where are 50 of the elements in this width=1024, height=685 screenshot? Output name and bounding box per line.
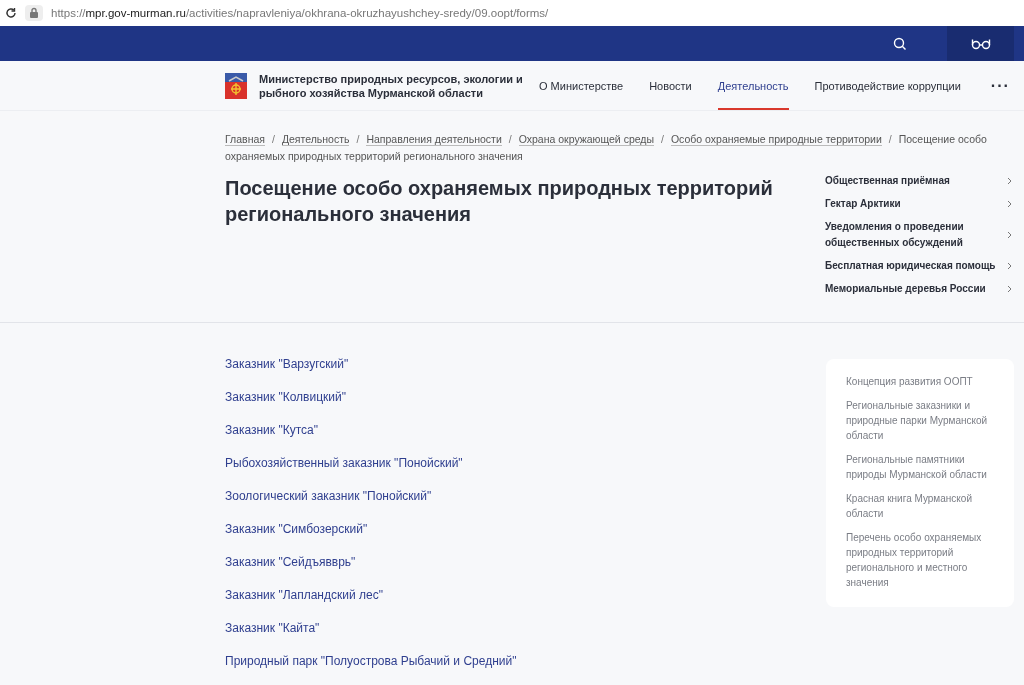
- chevron-right-icon: [1007, 231, 1012, 239]
- nav-link[interactable]: Противодействие коррупции: [814, 61, 961, 110]
- chevron-right-icon: [1007, 262, 1012, 270]
- side-menu-link[interactable]: Концепция развития ООПТ: [846, 374, 996, 389]
- quick-link[interactable]: Мемориальные деревья России: [825, 281, 1012, 297]
- document-link[interactable]: Заказник "Колвицкий": [225, 390, 517, 405]
- ministry-name[interactable]: Министерство природных ресурсов, экологии и рыбного хозяйства Мурманской области: [259, 71, 531, 100]
- lock-icon[interactable]: [25, 5, 43, 21]
- document-link[interactable]: Заказник "Сейдъявврь": [225, 555, 517, 570]
- document-link[interactable]: Заказник "Варзугский": [225, 357, 517, 372]
- document-link[interactable]: Рыбохозяйственный заказник "Понойский": [225, 456, 517, 471]
- breadcrumb-link[interactable]: Деятельность: [281, 133, 350, 146]
- coat-of-arms-logo[interactable]: [225, 72, 247, 99]
- side-menu-link[interactable]: Региональные заказники и природные парки Мурманской области: [846, 398, 996, 443]
- nav-link[interactable]: Новости: [649, 61, 692, 110]
- page-title: Посещение особо охраняемых природных территорий регионального значения: [225, 176, 774, 227]
- breadcrumb-separator: /: [356, 133, 360, 145]
- document-link[interactable]: Зоологический заказник "Понойский": [225, 489, 517, 504]
- chevron-right-icon: [1007, 200, 1012, 208]
- quick-link[interactable]: Бесплатная юридическая помощь: [825, 258, 1012, 274]
- nav-link[interactable]: О Министерстве: [539, 61, 624, 110]
- breadcrumb-link[interactable]: Охрана окружающей среды: [518, 133, 654, 146]
- document-link[interactable]: Заказник "Лапландский лес": [225, 588, 517, 603]
- breadcrumb-link[interactable]: Особо охраняемые природные территории: [670, 133, 882, 146]
- breadcrumb-link[interactable]: Направления деятельности: [366, 133, 502, 146]
- breadcrumb-link[interactable]: Главная: [225, 133, 265, 146]
- breadcrumb-current: охраняемых природных территорий регионального значения: [225, 150, 523, 162]
- quick-link[interactable]: Уведомления о проведении общественных обсуждений: [825, 219, 1012, 251]
- breadcrumb-current: Посещение особо: [898, 133, 987, 145]
- side-menu-link[interactable]: Красная книга Мурманской области: [846, 491, 996, 521]
- reload-icon[interactable]: [5, 7, 17, 19]
- document-link[interactable]: Природный парк "Полуострова Рыбачий и Средний": [225, 654, 517, 669]
- breadcrumb-separator: /: [661, 133, 664, 145]
- side-menu-link[interactable]: Региональные памятники природы Мурманской области: [846, 452, 996, 482]
- breadcrumb-separator: /: [508, 133, 512, 145]
- breadcrumb-separator: /: [888, 133, 892, 145]
- document-link[interactable]: Заказник "Кайта": [225, 621, 517, 636]
- glasses-icon: [970, 37, 991, 50]
- chevron-right-icon: [1007, 177, 1012, 185]
- accessibility-button[interactable]: [947, 26, 1014, 61]
- side-menu-link[interactable]: Перечень особо охраняемых природных территорий регионального и местного значения: [846, 530, 996, 590]
- chevron-right-icon: [1007, 285, 1012, 293]
- quick-link[interactable]: Гектар Арктики: [825, 196, 1012, 212]
- document-link[interactable]: Заказник "Кутса": [225, 423, 517, 438]
- nav-link[interactable]: Деятельность: [717, 61, 789, 110]
- search-icon[interactable]: [893, 36, 907, 51]
- document-link[interactable]: Заказник "Симбозерский": [225, 522, 517, 537]
- more-menu-button[interactable]: ···: [990, 76, 1010, 95]
- breadcrumb-separator: /: [271, 133, 275, 145]
- quick-link[interactable]: Общественная приёмная: [825, 173, 1012, 189]
